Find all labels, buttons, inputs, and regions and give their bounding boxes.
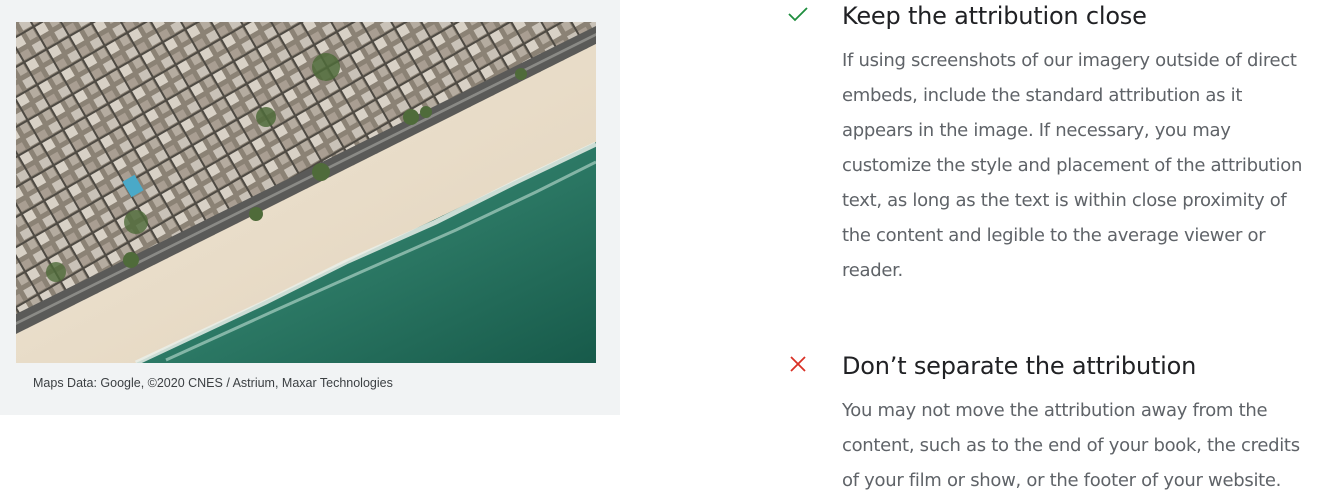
aerial-beach-image [16, 22, 596, 363]
guideline-title: Keep the attribution close [842, 2, 1147, 30]
guideline-title: Don’t separate the attribution [842, 352, 1197, 380]
description-line: If using screenshots of our imagery outs… [842, 50, 1297, 71]
description-line: of your film or show, or the footer of y… [842, 470, 1282, 491]
description-line: the content and legible to the average v… [842, 225, 1266, 246]
description-line: reader. [842, 260, 903, 281]
guideline-description: You may not move the attribution away fr… [842, 393, 1327, 498]
description-line: You may not move the attribution away fr… [842, 400, 1268, 421]
cross-icon [790, 356, 806, 372]
description-line: appears in the image. If necessary, you … [842, 120, 1231, 141]
guideline-description: If using screenshots of our imagery outs… [842, 43, 1327, 288]
description-line: customize the style and placement of the… [842, 155, 1303, 176]
description-line: content, such as to the end of your book… [842, 435, 1300, 456]
checkmark-icon [788, 7, 808, 22]
description-line: text, as long as the text is within clos… [842, 190, 1287, 211]
image-attribution-caption: Maps Data: Google, ©2020 CNES / Astrium,… [33, 376, 393, 390]
description-line: embeds, include the standard attribution… [842, 85, 1243, 106]
example-figure-card: Maps Data: Google, ©2020 CNES / Astrium,… [0, 0, 620, 415]
